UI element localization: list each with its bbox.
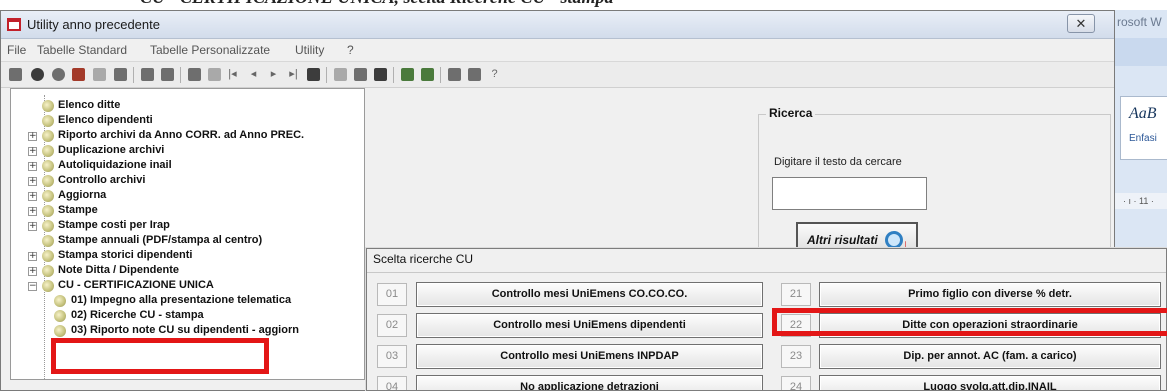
gear-icon	[54, 310, 66, 322]
toolbar: |◂ ◂ ▸ ▸| ?	[1, 61, 1114, 88]
ricerca-legend: Ricerca	[766, 106, 816, 120]
expand-icon[interactable]: +	[28, 252, 37, 261]
menu-file[interactable]: File	[7, 43, 26, 57]
toolbar-separator	[133, 67, 134, 83]
expand-icon[interactable]: +	[28, 132, 37, 141]
grid-icon[interactable]	[307, 68, 320, 81]
record-icon[interactable]	[31, 68, 44, 81]
window-title: Utility anno precedente	[27, 17, 160, 32]
folder-icon[interactable]	[114, 68, 127, 81]
caption-text: CU - CERTIFICAZIONE UNICA, scelta Ricerc…	[140, 0, 614, 8]
row-number: 02	[377, 314, 407, 337]
ricerca-button-01[interactable]: Controllo mesi UniEmens CO.CO.CO.	[416, 282, 763, 307]
expand-icon[interactable]: +	[28, 207, 37, 216]
table-icon[interactable]	[354, 68, 367, 81]
gear-icon	[54, 295, 66, 307]
menu-help[interactable]: ?	[347, 43, 354, 57]
search-input[interactable]	[772, 177, 927, 210]
tools-icon[interactable]	[468, 68, 481, 81]
ricerca-button-24[interactable]: Luogo svolg.att.dip.INAIL	[819, 375, 1161, 390]
export-icon[interactable]	[448, 68, 461, 81]
binoculars-icon[interactable]	[188, 68, 201, 81]
style-name: Enfasi	[1129, 133, 1157, 144]
row-number: 24	[781, 376, 811, 390]
app-icon	[7, 18, 21, 31]
toolbar-separator	[326, 67, 327, 83]
copy-icon[interactable]	[401, 68, 414, 81]
background-ribbon	[1115, 38, 1167, 66]
menu-utility[interactable]: Utility	[295, 43, 324, 57]
gear-icon	[42, 160, 54, 172]
ricerca-button-02[interactable]: Controllo mesi UniEmens dipendenti	[416, 313, 763, 338]
style-sample: AaB	[1129, 105, 1157, 122]
save-icon[interactable]	[9, 68, 22, 81]
toolbar-separator	[393, 67, 394, 83]
background-app-title: rosoft W	[1117, 15, 1162, 29]
magnifier-icon	[885, 231, 903, 249]
prev-record-icon[interactable]: ◂	[247, 68, 260, 81]
gear-icon	[42, 145, 54, 157]
altri-risultati-label: Altri risultati	[807, 233, 878, 247]
document-icon[interactable]	[93, 68, 106, 81]
ricerca-button-23[interactable]: Dip. per annot. AC (fam. a carico)	[819, 344, 1161, 369]
collapse-icon[interactable]: −	[28, 282, 37, 291]
ricerca-button-03[interactable]: Controllo mesi UniEmens INPDAP	[416, 344, 763, 369]
gear-icon	[42, 100, 54, 112]
expand-icon[interactable]: +	[28, 267, 37, 276]
gear-icon	[42, 235, 54, 247]
ricerca-button-04[interactable]: No applicazione detrazioni	[416, 375, 763, 390]
dialog-title: Scelta ricerche CU	[373, 252, 474, 266]
gear-icon	[42, 175, 54, 187]
expand-icon[interactable]: +	[28, 147, 37, 156]
menu-bar: File Tabelle Standard Tabelle Personaliz…	[1, 40, 1114, 60]
undo-icon[interactable]	[52, 68, 65, 81]
highlight-ditte-operazioni	[772, 308, 1167, 336]
ruler: · ı · 11 ·	[1115, 193, 1167, 209]
search-hint: Digitare il testo da cercare	[774, 156, 902, 168]
next-record-icon[interactable]: ▸	[267, 68, 280, 81]
dialog-separator	[367, 272, 1166, 273]
menu-tabelle-standard[interactable]: Tabelle Standard	[37, 43, 127, 57]
row-number: 04	[377, 376, 407, 390]
close-button[interactable]: ✕	[1067, 14, 1095, 33]
gear-icon	[42, 265, 54, 277]
gear-icon	[42, 220, 54, 232]
find-icon[interactable]	[208, 68, 221, 81]
menu-tabelle-personalizzate[interactable]: Tabelle Personalizzate	[150, 43, 270, 57]
row-number: 21	[781, 283, 811, 306]
gear-icon	[42, 280, 54, 292]
row-number: 23	[781, 345, 811, 368]
paste-icon[interactable]	[421, 68, 434, 81]
expand-icon[interactable]: +	[28, 192, 37, 201]
gear-icon	[42, 115, 54, 127]
gear-icon	[42, 250, 54, 262]
highlight-ricerche-cu	[51, 338, 269, 374]
title-bar: Utility anno precedente ✕	[1, 11, 1114, 39]
help-icon[interactable]: ?	[488, 68, 501, 81]
row-number: 03	[377, 345, 407, 368]
chart-icon[interactable]	[72, 68, 85, 81]
gear-icon	[42, 205, 54, 217]
gear-icon	[42, 190, 54, 202]
monitor-icon[interactable]	[374, 68, 387, 81]
form-icon[interactable]	[334, 68, 347, 81]
gear-icon	[42, 130, 54, 142]
menu-tree[interactable]: Elenco ditte Elenco dipendenti + Riporto …	[10, 88, 365, 380]
print-preview-icon[interactable]	[161, 68, 174, 81]
first-record-icon[interactable]: |◂	[226, 68, 239, 81]
expand-icon[interactable]: +	[28, 177, 37, 186]
expand-icon[interactable]: +	[28, 162, 37, 171]
toolbar-separator	[180, 67, 181, 83]
ricerca-button-21[interactable]: Primo figlio con diverse % detr.	[819, 282, 1161, 307]
last-record-icon[interactable]: ▸|	[287, 68, 300, 81]
gear-icon	[54, 325, 66, 337]
row-number: 01	[377, 283, 407, 306]
print-icon[interactable]	[141, 68, 154, 81]
expand-icon[interactable]: +	[28, 222, 37, 231]
toolbar-separator	[440, 67, 441, 83]
caption-banner: CU - CERTIFICAZIONE UNICA, scelta Ricerc…	[0, 0, 1167, 10]
